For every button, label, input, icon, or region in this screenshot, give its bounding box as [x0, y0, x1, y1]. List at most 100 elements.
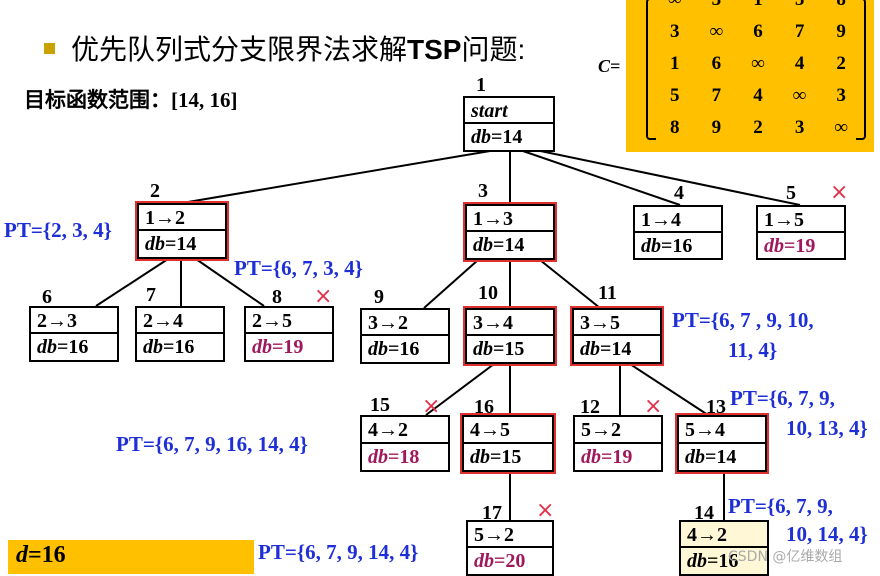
edge-3-9: [423, 259, 479, 309]
node-number: 5: [786, 182, 796, 204]
tree-node-3: 1→3 db=14: [463, 202, 557, 262]
node-number: 3: [478, 180, 488, 202]
best-value: d=16: [16, 542, 66, 569]
best-number: =16: [28, 542, 66, 568]
node-path: 1→3: [467, 206, 553, 232]
edge-11-13: [629, 363, 709, 416]
db-var: db: [687, 550, 707, 572]
db-var: db: [37, 336, 57, 358]
tree-node-4: 1→4 db=16: [633, 205, 723, 260]
pt-label: PT={6, 7, 3, 4}: [234, 256, 363, 280]
node-db: 18: [399, 445, 420, 468]
cross-icon: ×: [830, 180, 849, 205]
pt-label: PT={6, 7, 9,: [728, 494, 833, 518]
node-number: 9: [374, 286, 384, 308]
node-db: 15: [501, 445, 522, 468]
db-var: db: [474, 550, 494, 572]
node-db: 14: [502, 126, 523, 148]
pt-label: PT={6, 7, 9, 16, 14, 4}: [116, 432, 308, 456]
node-path: 1→4: [635, 207, 721, 233]
tree-node-7: 2→4 db=16: [135, 306, 225, 362]
node-db: 16: [672, 234, 693, 257]
db-var: db: [471, 126, 491, 148]
node-db: 16: [174, 336, 195, 358]
node-db: 19: [795, 234, 816, 257]
db-var: db: [473, 234, 493, 256]
db-var: db: [252, 336, 272, 358]
db-var: db: [470, 445, 490, 468]
node-number: 4: [674, 182, 684, 204]
edge-3-11: [539, 259, 601, 309]
pt-label: 10, 13, 4}: [786, 416, 868, 440]
tree-node-1: start db=14: [463, 96, 555, 152]
db-var: db: [685, 445, 705, 468]
watermark: CSDN @亿维数组: [728, 549, 843, 565]
db-var: db: [764, 234, 784, 257]
node-path: 2→4: [137, 308, 223, 334]
node-db: 20: [505, 550, 526, 572]
tree-node-9: 3→2 db=16: [360, 308, 450, 364]
pt-label: PT={6, 7 , 9, 10,: [672, 308, 814, 332]
node-number: 11: [598, 282, 617, 304]
edge-1-4: [519, 149, 681, 206]
db-var: db: [473, 338, 493, 360]
edge-1-2: [181, 149, 497, 204]
node-path: 2→3: [31, 308, 117, 334]
node-number: 7: [146, 284, 156, 306]
node-path: 1→2: [139, 205, 225, 231]
edge-1-5: [525, 147, 801, 206]
node-path: start: [465, 98, 553, 124]
node-db: 15: [504, 338, 525, 360]
node-path: 5→2: [575, 417, 661, 444]
node-db: 19: [283, 336, 304, 358]
node-number: 2: [150, 180, 160, 202]
node-path: 4→2: [681, 522, 767, 548]
pt-label: 11, 4}: [728, 338, 778, 362]
node-db: 14: [504, 234, 525, 256]
cross-icon: ×: [422, 394, 441, 419]
pt-label: PT={2, 3, 4}: [4, 218, 112, 242]
node-db: 16: [68, 336, 89, 358]
cross-icon: ×: [536, 498, 555, 523]
tree-node-16: 4→5 db=15: [460, 413, 556, 474]
db-var: db: [641, 234, 661, 257]
node-path: 5→4: [679, 417, 765, 444]
node-path: 3→5: [574, 310, 660, 336]
db-var: db: [368, 338, 388, 360]
node-path: 1→5: [758, 207, 844, 233]
db-var: db: [580, 338, 600, 360]
node-number: 10: [478, 282, 498, 304]
tree-node-12: 5→2 db=19: [573, 415, 663, 472]
node-db: 14: [611, 338, 632, 360]
pt-label: 10, 14, 4}: [786, 522, 868, 546]
node-path: 3→2: [362, 310, 448, 336]
best-var: d: [16, 542, 28, 568]
node-db: 19: [612, 445, 633, 468]
node-path: 5→2: [468, 522, 552, 548]
tree-node-6: 2→3 db=16: [29, 306, 119, 362]
node-number: 1: [476, 74, 486, 96]
node-path: 4→2: [362, 417, 448, 444]
db-var: db: [143, 336, 163, 358]
tree-node-13: 5→4 db=14: [675, 413, 769, 474]
tree-node-15: 4→2 db=18: [360, 415, 450, 472]
tree-node-11: 3→5 db=14: [570, 306, 664, 366]
tree-node-17: 5→2 db=20: [466, 520, 554, 576]
db-var: db: [581, 445, 601, 468]
node-path: 2→5: [246, 308, 332, 334]
cross-icon: ×: [644, 394, 663, 419]
edge-2-6: [95, 258, 169, 307]
tree-node-2: 1→2 db=14: [135, 201, 229, 261]
node-db: 16: [399, 338, 420, 360]
db-var: db: [368, 445, 388, 468]
node-path: 4→5: [464, 417, 552, 444]
tree-node-5: 1→5 db=19: [756, 205, 846, 260]
pt-label: PT={6, 7, 9,: [730, 386, 835, 410]
pt-label: PT={6, 7, 9, 14, 4}: [258, 540, 419, 564]
cross-icon: ×: [314, 284, 333, 309]
tree-edges: [95, 147, 801, 520]
node-number: 15: [370, 394, 390, 416]
db-var: db: [145, 233, 165, 255]
tree-node-8: 2→5 db=19: [244, 306, 334, 362]
node-db: 14: [716, 445, 737, 468]
